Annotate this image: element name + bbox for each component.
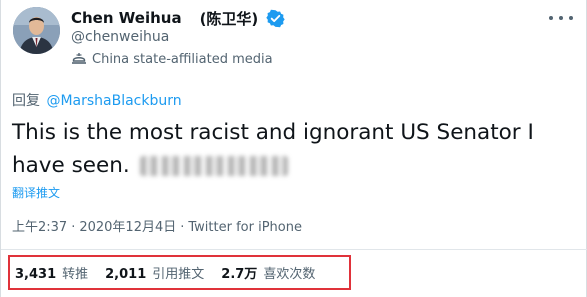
tweet-source[interactable]: Twitter for iPhone	[188, 220, 302, 235]
reply-context: 回复 @MarshaBlackburn	[12, 90, 182, 110]
user-handle[interactable]: @chenweihua	[71, 29, 169, 45]
translate-link[interactable]: 翻译推文	[12, 184, 60, 201]
reply-to-link[interactable]: @MarshaBlackburn	[46, 93, 181, 109]
retweets-count: 3,431	[15, 267, 57, 282]
quotes-label: 引用推文	[152, 267, 205, 282]
affiliation-text: China state-affiliated media	[92, 51, 273, 67]
display-name-row[interactable]: Chen Weihua (陈卫华)	[71, 7, 285, 29]
tweet-date[interactable]: 2020年12月4日	[79, 220, 176, 235]
likes-stat[interactable]: 2.7万 喜欢次数	[221, 263, 315, 282]
tweet-card: Chen Weihua (陈卫华) @chenweihua China stat…	[0, 0, 587, 297]
tweet-time[interactable]: 上午2:37	[12, 220, 67, 235]
blurred-watermark	[139, 156, 288, 176]
divider	[1, 249, 587, 250]
retweets-label: 转推	[62, 267, 89, 282]
likes-label: 喜欢次数	[263, 267, 316, 282]
tweet-meta: 上午2:37 · 2020年12月4日 · Twitter for iPhone	[12, 216, 302, 235]
avatar[interactable]	[13, 7, 60, 54]
display-name[interactable]: Chen Weihua	[71, 9, 182, 27]
meta-separator: ·	[71, 220, 76, 235]
tweet-text: This is the most racist and ignorant US …	[12, 116, 577, 182]
more-icon[interactable]	[549, 11, 573, 25]
likes-count: 2.7万	[221, 267, 258, 282]
quotes-stat[interactable]: 2,011 引用推文	[105, 263, 204, 282]
engagement-stats: 3,431 转推 2,011 引用推文 2.7万 喜欢次数	[8, 255, 351, 290]
retweets-stat[interactable]: 3,431 转推	[15, 263, 88, 282]
state-media-icon	[72, 53, 86, 64]
verified-badge-icon	[266, 9, 285, 28]
meta-separator: ·	[180, 220, 185, 235]
affiliation-label[interactable]: China state-affiliated media	[71, 50, 273, 68]
reply-prefix: 回复	[12, 93, 40, 109]
display-name-cn[interactable]: (陈卫华)	[200, 8, 259, 29]
quotes-count: 2,011	[105, 267, 147, 282]
